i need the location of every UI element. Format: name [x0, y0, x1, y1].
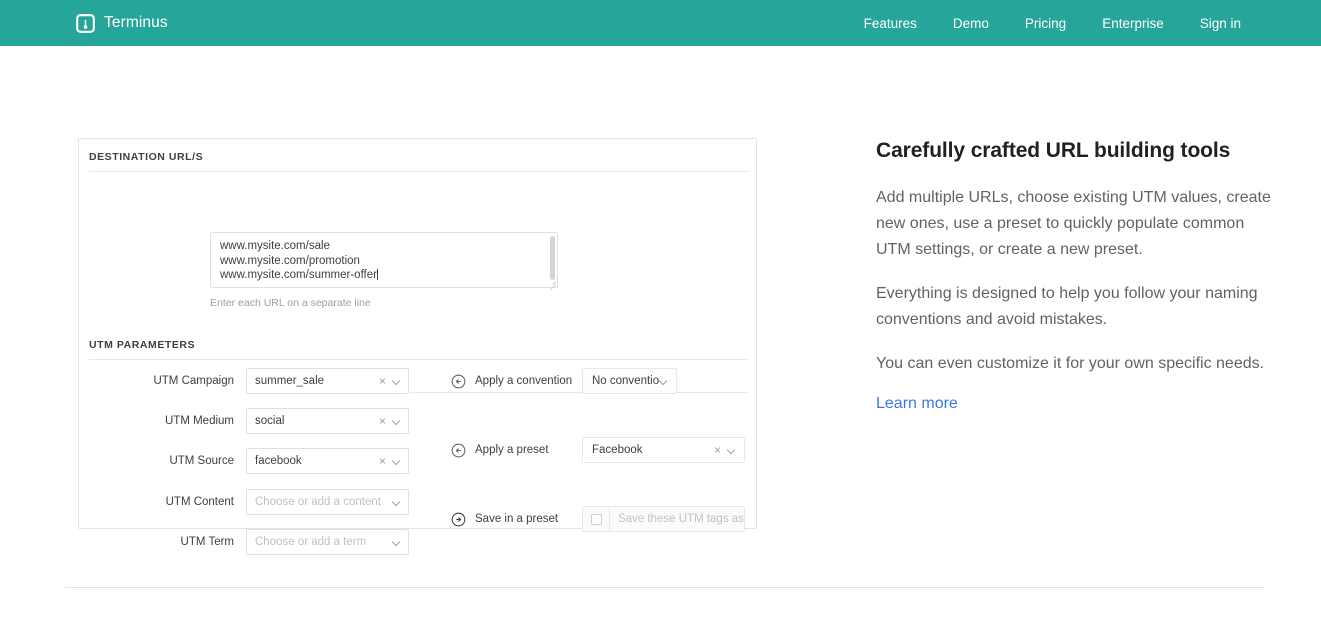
utm-medium-value: social — [255, 415, 377, 427]
nav-item-sign-in[interactable]: Sign in — [1182, 16, 1259, 31]
convention-value: No convention — [592, 375, 659, 387]
destination-urls-hint: Enter each URL on a separate line — [210, 297, 371, 309]
utm-term-row: UTM Term Choose or add a term — [89, 529, 409, 555]
save-preset-label: Save in a preset — [475, 513, 582, 525]
chevron-down-icon[interactable] — [727, 446, 736, 455]
utm-section-divider — [89, 359, 748, 360]
utm-campaign-value: summer_sale — [255, 375, 377, 387]
utm-content-label: UTM Content — [166, 496, 234, 508]
arrow-left-circle-icon — [451, 443, 466, 458]
arrow-left-circle-icon — [451, 374, 466, 389]
apply-convention-row: Apply a convention No convention — [451, 368, 677, 394]
utm-term-label: UTM Term — [181, 536, 234, 548]
utm-source-row: UTM Source facebook × — [89, 448, 409, 474]
utm-content-select[interactable]: Choose or add a content — [246, 489, 409, 515]
page-content: DESTINATION URL/S www.mysite.com/salewww… — [0, 46, 1321, 639]
utm-content-row: UTM Content Choose or add a content — [89, 489, 409, 515]
destination-url-line-1: www.mysite.com/sale — [220, 240, 330, 252]
save-preset-checkbox[interactable] — [583, 507, 610, 531]
arrow-right-circle-icon — [451, 512, 466, 527]
utm-campaign-select[interactable]: summer_sale × — [246, 368, 409, 394]
top-navigation-bar: Terminus Features Demo Pricing Enterpris… — [0, 0, 1321, 46]
panel-paragraph-2: Everything is designed to help you follo… — [876, 281, 1272, 333]
destination-section-divider — [89, 171, 748, 172]
destination-urls-field[interactable]: www.mysite.com/sale www.mysite.com/promot… — [210, 232, 558, 288]
text-cursor — [377, 269, 378, 280]
panel-heading: Carefully crafted URL building tools — [876, 139, 1272, 163]
utm-campaign-clear-icon[interactable]: × — [377, 375, 392, 387]
marketing-panel: Carefully crafted URL building tools Add… — [876, 139, 1272, 413]
save-preset-input-group[interactable]: Save these UTM tags as preset — [582, 506, 745, 532]
chevron-down-icon[interactable] — [392, 417, 401, 426]
utm-source-value: facebook — [255, 455, 377, 467]
utm-section-label: UTM PARAMETERS — [89, 339, 195, 351]
nav-item-features[interactable]: Features — [846, 16, 935, 31]
nav-item-enterprise[interactable]: Enterprise — [1084, 16, 1182, 31]
url-builder-card: DESTINATION URL/S www.mysite.com/salewww… — [78, 138, 757, 529]
convention-select[interactable]: No convention — [582, 368, 677, 394]
utm-campaign-label: UTM Campaign — [153, 375, 234, 387]
chevron-down-icon[interactable] — [392, 457, 401, 466]
save-preset-row: Save in a preset Save these UTM tags as … — [451, 506, 745, 532]
chevron-down-icon[interactable] — [392, 498, 401, 507]
save-preset-name-input[interactable]: Save these UTM tags as preset — [610, 507, 744, 531]
destination-url-line-2: www.mysite.com/promotion — [220, 255, 360, 267]
brand-logo-link[interactable]: Terminus — [76, 14, 168, 33]
nav-item-demo[interactable]: Demo — [935, 16, 1007, 31]
preset-clear-icon[interactable]: × — [712, 444, 727, 456]
primary-nav: Features Demo Pricing Enterprise Sign in — [846, 16, 1259, 31]
utm-medium-row: UTM Medium social × — [89, 408, 409, 434]
utm-content-placeholder: Choose or add a content — [255, 496, 392, 508]
brand-name: Terminus — [104, 14, 168, 32]
preset-value: Facebook — [592, 444, 712, 456]
utm-medium-select[interactable]: social × — [246, 408, 409, 434]
footer-divider — [65, 587, 1265, 588]
nav-item-pricing[interactable]: Pricing — [1007, 16, 1084, 31]
utm-source-label: UTM Source — [169, 455, 234, 467]
checkbox-box-icon — [591, 514, 602, 525]
preset-select[interactable]: Facebook × — [582, 437, 745, 463]
chevron-down-icon[interactable] — [392, 538, 401, 547]
apply-preset-label: Apply a preset — [475, 444, 582, 456]
panel-paragraph-1: Add multiple URLs, choose existing UTM v… — [876, 185, 1272, 263]
chevron-down-icon[interactable] — [392, 377, 401, 386]
apply-preset-row: Apply a preset Facebook × — [451, 437, 745, 463]
destination-url-line-3: www.mysite.com/summer-offer — [220, 269, 377, 281]
textarea-scrollbar[interactable] — [550, 236, 555, 280]
learn-more-link[interactable]: Learn more — [876, 395, 958, 412]
textarea-resize-handle[interactable] — [548, 278, 556, 286]
terminus-logo-icon — [76, 14, 95, 33]
destination-urls-textarea[interactable]: www.mysite.com/sale www.mysite.com/promot… — [210, 232, 558, 288]
utm-medium-clear-icon[interactable]: × — [377, 415, 392, 427]
utm-medium-label: UTM Medium — [165, 415, 234, 427]
apply-convention-label: Apply a convention — [475, 375, 582, 387]
utm-term-placeholder: Choose or add a term — [255, 536, 392, 548]
utm-source-select[interactable]: facebook × — [246, 448, 409, 474]
utm-campaign-row: UTM Campaign summer_sale × — [89, 368, 409, 394]
chevron-down-icon[interactable] — [659, 377, 668, 386]
panel-paragraph-3: You can even customize it for your own s… — [876, 351, 1272, 377]
utm-source-clear-icon[interactable]: × — [377, 455, 392, 467]
destination-section-label: DESTINATION URL/S — [89, 151, 203, 163]
utm-term-select[interactable]: Choose or add a term — [246, 529, 409, 555]
